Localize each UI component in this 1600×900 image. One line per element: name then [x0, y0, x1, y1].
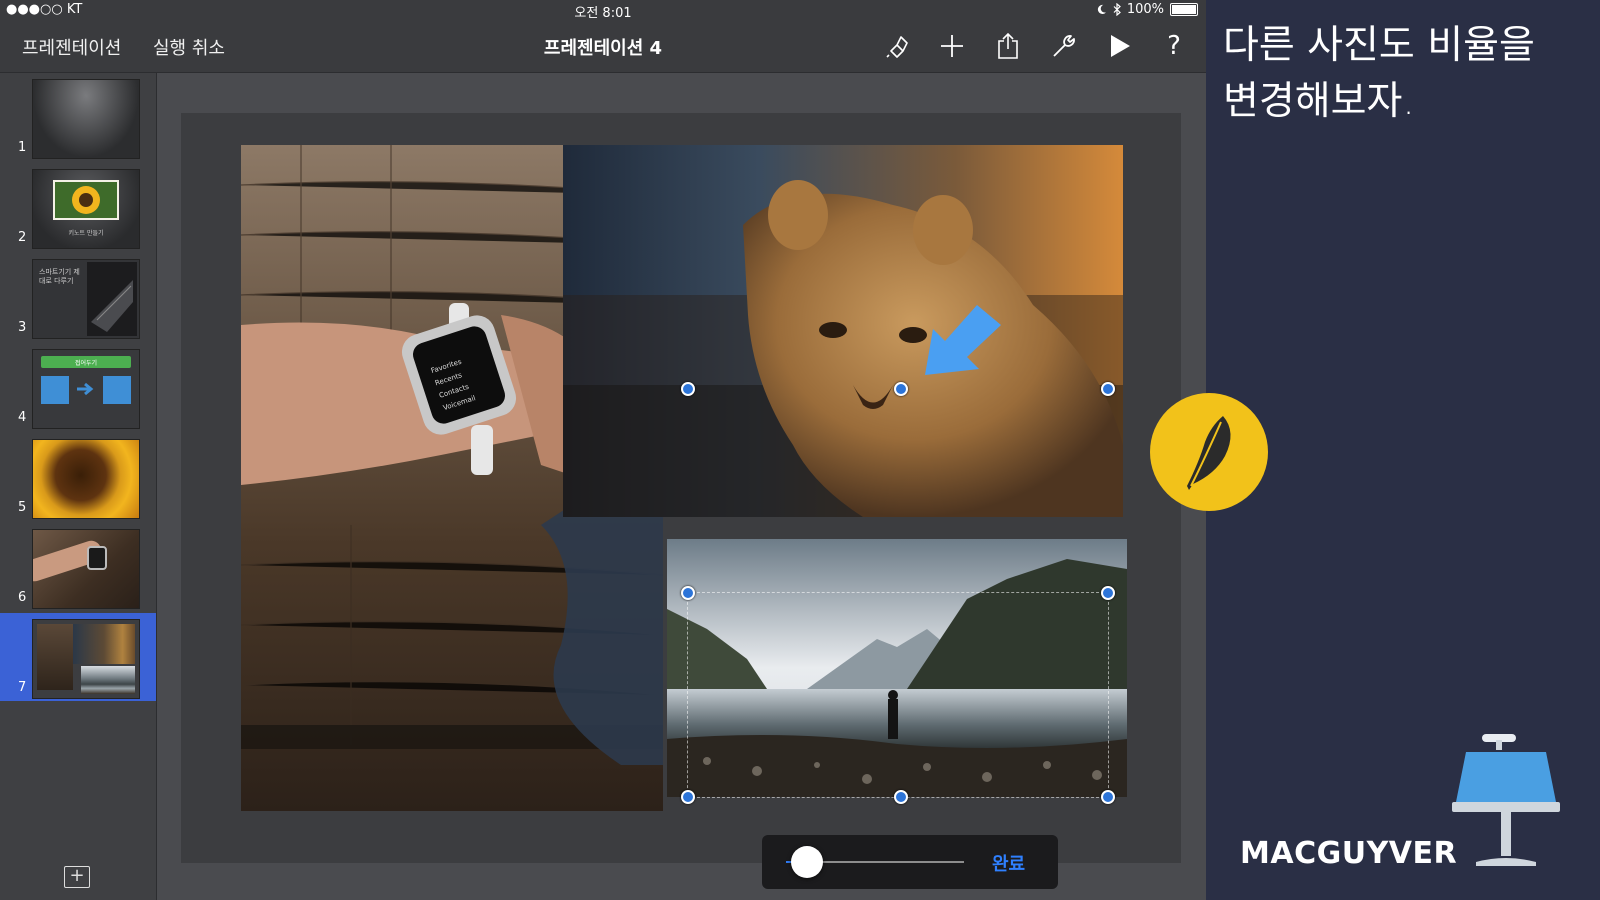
slide-thumbnail-6[interactable]: 6 — [0, 523, 156, 611]
sunflower-image — [53, 180, 119, 220]
help-icon[interactable]: ? — [1156, 28, 1192, 64]
resize-handle[interactable] — [681, 382, 695, 396]
resize-handle[interactable] — [1101, 586, 1115, 600]
add-icon[interactable] — [934, 28, 970, 64]
slide-navigator: 1 키노트 만들기 2 스마트기기 제대로 다루기 3 접어두기 4 5 6 7… — [0, 73, 157, 900]
arrow-right-icon — [77, 382, 94, 396]
slide-number: 3 — [18, 320, 27, 335]
slide-preview: 접어두기 — [32, 349, 140, 429]
slide-thumbnail-7[interactable]: 7 — [0, 613, 156, 701]
mountain-lake-photo[interactable] — [667, 539, 1127, 797]
slide-thumbnail-1[interactable]: 1 — [0, 73, 156, 161]
slider-knob[interactable] — [791, 846, 824, 878]
caption-line-2: 변경해보자. — [1223, 79, 1415, 124]
watch-shape — [87, 546, 107, 570]
resize-handle[interactable] — [1101, 382, 1115, 396]
feather-badge — [1150, 393, 1268, 511]
slide-preview — [32, 529, 140, 609]
play-icon[interactable] — [1102, 28, 1138, 64]
slide-number: 6 — [18, 590, 27, 605]
slide-caption: 접어두기 — [74, 360, 98, 367]
status-bar: ●●●○○ KT 오전 8:01 100% — [0, 0, 1206, 21]
slide-number: 2 — [18, 230, 27, 245]
slide-number: 7 — [18, 680, 27, 695]
mini-wood — [37, 624, 73, 690]
slide-number: 1 — [18, 140, 27, 155]
mini-mountain — [81, 666, 135, 694]
caption-line-1: 다른 사진도 비율을 — [1223, 23, 1535, 68]
slide-preview: 키노트 만들기 — [32, 169, 140, 249]
status-right: 100% — [1096, 2, 1198, 17]
slide-caption: 스마트기기 제대로 다루기 — [39, 268, 80, 285]
resize-handle[interactable] — [894, 382, 908, 396]
slide-preview — [32, 439, 140, 519]
slide-thumbnail-2[interactable]: 키노트 만들기 2 — [0, 163, 156, 251]
slide-thumbnail-3[interactable]: 스마트기기 제대로 다루기 3 — [0, 253, 156, 341]
slide-canvas: Favorites Recents Contacts Voicemail — [157, 73, 1206, 900]
battery-icon — [1170, 3, 1198, 16]
slide-number: 5 — [18, 500, 27, 515]
slide-preview — [32, 619, 140, 699]
current-slide: Favorites Recents Contacts Voicemail — [181, 113, 1181, 863]
blue-box-right — [103, 376, 131, 404]
done-button[interactable]: 완료 — [992, 850, 1025, 876]
resize-handle[interactable] — [894, 790, 908, 804]
toolbar: 프레젠테이션 실행 취소 프레젠테이션 4 ? — [0, 20, 1206, 73]
keyboard-image — [87, 262, 137, 336]
format-brush-icon[interactable] — [878, 28, 914, 64]
battery-percent: 100% — [1126, 2, 1164, 17]
slide-thumbnail-5[interactable]: 5 — [0, 433, 156, 521]
slide-preview: 스마트기기 제대로 다루기 — [32, 259, 140, 339]
share-icon[interactable] — [990, 28, 1026, 64]
resize-handle[interactable] — [681, 790, 695, 804]
lion-photo[interactable] — [563, 145, 1123, 517]
slide-preview — [32, 79, 140, 159]
slide-caption: 키노트 만들기 — [68, 230, 104, 237]
feather-icon — [1187, 416, 1231, 490]
blue-box-left — [41, 376, 69, 404]
mask-scale-panel: 완료 — [762, 835, 1058, 889]
resize-handle[interactable] — [1101, 790, 1115, 804]
slide-number: 4 — [18, 410, 27, 425]
resize-handle[interactable] — [681, 586, 695, 600]
status-time: 오전 8:01 — [574, 6, 632, 21]
wrench-icon[interactable] — [1046, 28, 1082, 64]
brand-label: MACGUYVER — [1240, 836, 1458, 871]
keynote-logo-icon — [1452, 734, 1560, 866]
add-slide-button[interactable]: + — [64, 866, 90, 888]
ipad-screen: ●●●○○ KT 오전 8:01 100% 프레젠테이션 실행 취소 프레젠테이… — [0, 0, 1206, 900]
tutorial-caption: 다른 사진도 비율을 변경해보자. — [1223, 18, 1583, 130]
mini-lion — [73, 624, 135, 664]
slide-thumbnail-4[interactable]: 접어두기 4 — [0, 343, 156, 431]
bluetooth-icon — [1113, 3, 1121, 16]
moon-icon — [1097, 4, 1106, 15]
arrow-pointer-icon — [925, 305, 1001, 375]
